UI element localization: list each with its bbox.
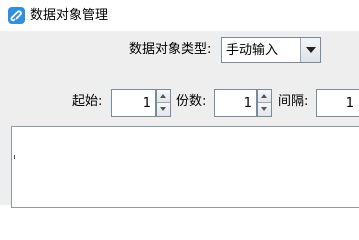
arrow-down-icon	[261, 107, 267, 111]
copies-label: 份数:	[176, 94, 207, 109]
data-object-manager-window: 数据对象管理 数据对象类型: 手动输入 起始: 1 份数: 1 间隔: 1	[0, 0, 359, 208]
start-label: 起始:	[72, 94, 103, 109]
data-object-type-dropdown[interactable]: 手动输入	[221, 37, 321, 63]
copies-decrement-button[interactable]	[258, 103, 271, 116]
start-spinner-buttons	[156, 89, 171, 117]
start-input[interactable]: 1	[111, 89, 156, 117]
text-caret	[14, 155, 15, 159]
start-decrement-button[interactable]	[157, 103, 170, 116]
interval-input[interactable]: 1	[316, 89, 359, 117]
start-increment-button[interactable]	[157, 90, 170, 103]
chevron-down-icon	[306, 47, 316, 53]
data-object-type-value: 手动输入	[226, 43, 279, 58]
copies-spinner-buttons	[257, 89, 272, 117]
arrow-up-icon	[261, 94, 267, 98]
title-bar: 数据对象管理	[0, 0, 359, 31]
arrow-down-icon	[160, 107, 166, 111]
interval-label: 间隔:	[278, 94, 309, 109]
copies-increment-button[interactable]	[258, 90, 271, 103]
interval-value: 1	[345, 96, 354, 111]
content-panel: 数据对象类型: 手动输入 起始: 1 份数: 1 间隔: 1	[0, 31, 359, 208]
app-logo-icon	[8, 7, 25, 24]
start-value: 1	[142, 96, 151, 111]
copies-value: 1	[243, 96, 252, 111]
data-text-area[interactable]	[11, 126, 359, 208]
copies-input[interactable]: 1	[214, 89, 257, 117]
window-title: 数据对象管理	[30, 8, 109, 23]
dropdown-arrow-button[interactable]	[300, 38, 320, 62]
data-object-type-label: 数据对象类型:	[129, 42, 212, 57]
arrow-up-icon	[160, 94, 166, 98]
sequence-settings-row: 起始: 1 份数: 1 间隔: 1	[0, 89, 359, 117]
